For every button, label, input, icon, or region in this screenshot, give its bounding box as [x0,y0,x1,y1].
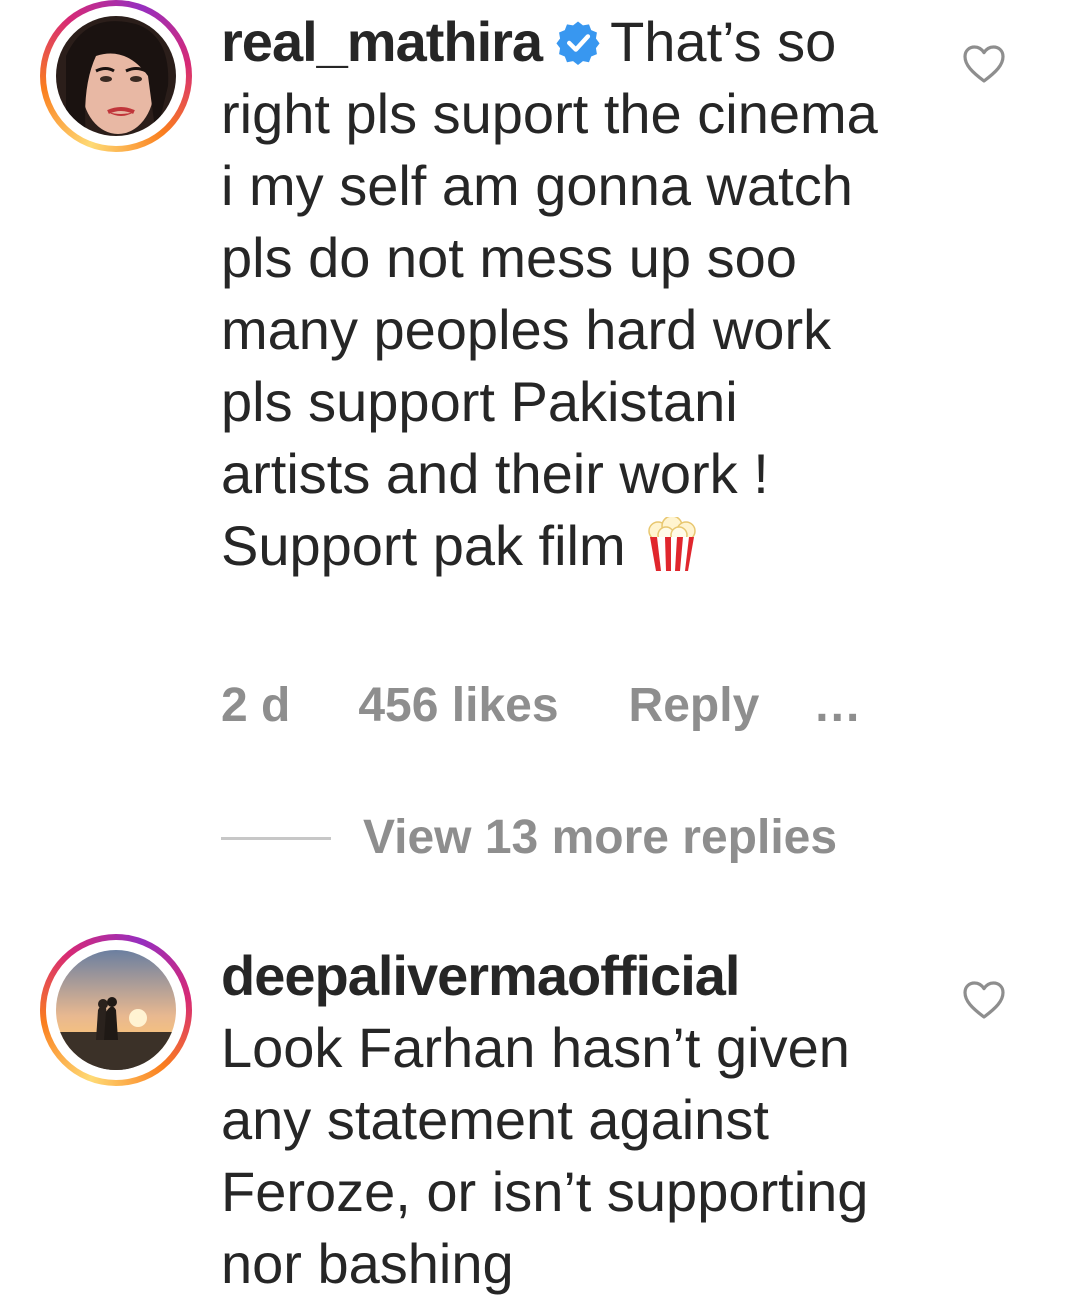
comment-username[interactable]: deepalivermaofficial [221,944,740,1007]
comment-username[interactable]: real_mathira [221,10,543,73]
avatar[interactable] [56,16,176,136]
like-heart-icon[interactable] [962,44,1006,84]
comment-text-block: deepalivermaofficial Look Farhan hasn’t … [221,940,901,1300]
comment-likes-count[interactable]: 456 likes [358,674,558,738]
comment-text-block: real_mathira That’s so right pls suport t… [221,6,901,582]
verified-badge-icon [556,21,600,65]
comment-text: Look Farhan hasn’t given any statement a… [221,1016,869,1295]
avatar[interactable] [56,950,176,1070]
story-ring[interactable] [40,934,192,1086]
view-more-replies-button[interactable]: View 13 more replies [221,806,837,870]
view-more-replies-label: View 13 more replies [363,811,838,864]
comment-text: That’s so right pls suport the cinema i … [221,10,878,577]
more-options-button[interactable]: ... [815,674,861,738]
reply-button[interactable]: Reply [629,674,760,738]
like-heart-icon[interactable] [962,980,1006,1020]
replies-divider [221,836,331,840]
story-ring[interactable] [40,0,192,152]
popcorn-icon [647,517,696,571]
comment-time: 2 d [221,679,291,732]
comment-meta: 2 d 456 likes Reply... [221,674,861,738]
